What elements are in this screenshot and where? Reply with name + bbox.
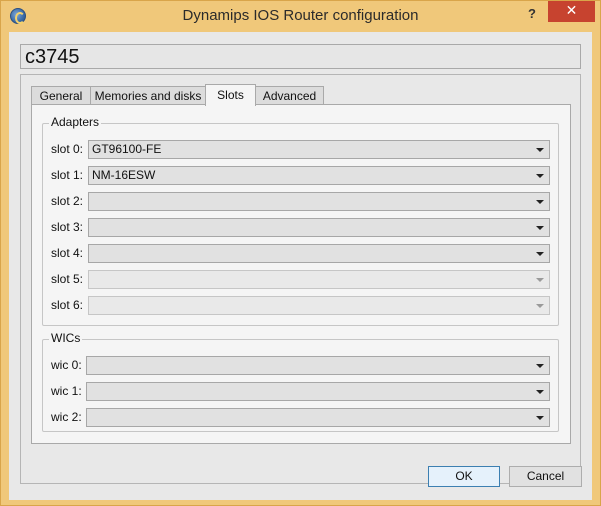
dropdown-arrow-icon (536, 148, 544, 152)
slot-2-select[interactable] (88, 192, 550, 211)
wic-0-select[interactable] (86, 356, 550, 375)
slot-3-label: slot 3: (51, 220, 84, 234)
slot-1-value: NM-16ESW (92, 168, 156, 182)
dropdown-arrow-icon (536, 364, 544, 368)
cancel-button[interactable]: Cancel (509, 466, 582, 487)
router-name-header: c3745 (20, 44, 581, 69)
dropdown-arrow-icon (536, 226, 544, 230)
tab-general[interactable]: General (31, 86, 91, 105)
slot-4-select[interactable] (88, 244, 550, 263)
window-title: Dynamips IOS Router configuration (182, 7, 419, 24)
slot-5-label: slot 5: (51, 272, 84, 286)
wic-1-select[interactable] (86, 382, 550, 401)
dropdown-arrow-icon (536, 200, 544, 204)
dropdown-arrow-icon (536, 416, 544, 420)
adapters-group: Adapters slot 0: GT96100-FE slot 1: NM-1… (42, 115, 559, 326)
dropdown-arrow-icon (536, 174, 544, 178)
help-button[interactable]: ? (522, 4, 542, 24)
ok-button[interactable]: OK (428, 466, 500, 487)
tab-slots[interactable]: Slots (205, 84, 256, 106)
slot-0-select[interactable]: GT96100-FE (88, 140, 550, 159)
wic-0-label: wic 0: (51, 358, 82, 372)
slot-3-select[interactable] (88, 218, 550, 237)
wic-2-label: wic 2: (51, 410, 82, 424)
close-button[interactable]: ✕ (548, 1, 595, 22)
wics-group: WICs wic 0: wic 1: wic 2: (42, 331, 559, 432)
slot-6-label: slot 6: (51, 298, 84, 312)
slots-tab-panel: Adapters slot 0: GT96100-FE slot 1: NM-1… (31, 104, 571, 444)
wic-2-select[interactable] (86, 408, 550, 427)
router-name-title: c3745 (25, 46, 80, 68)
slot-2-label: slot 2: (51, 194, 84, 208)
dialog-window: Dynamips IOS Router configuration ? ✕ c3… (0, 0, 601, 506)
dropdown-arrow-icon (536, 304, 544, 308)
dropdown-arrow-icon (536, 252, 544, 256)
slot-5-select (88, 270, 550, 289)
dropdown-arrow-icon (536, 390, 544, 394)
title-bar[interactable]: Dynamips IOS Router configuration ? ✕ (1, 1, 600, 32)
slot-0-label: slot 0: (51, 142, 84, 156)
wic-1-label: wic 1: (51, 384, 82, 398)
dropdown-arrow-icon (536, 278, 544, 282)
slot-4-label: slot 4: (51, 246, 84, 260)
slot-1-select[interactable]: NM-16ESW (88, 166, 550, 185)
slot-6-select (88, 296, 550, 315)
wics-group-title: WICs (49, 331, 83, 345)
slot-0-value: GT96100-FE (92, 142, 162, 156)
slot-1-label: slot 1: (51, 168, 84, 182)
adapters-group-title: Adapters (49, 115, 102, 129)
tab-advanced[interactable]: Advanced (255, 86, 324, 105)
dialog-body: c3745 General Memories and disks Slots A… (9, 32, 592, 500)
tab-memories-and-disks[interactable]: Memories and disks (90, 86, 206, 105)
